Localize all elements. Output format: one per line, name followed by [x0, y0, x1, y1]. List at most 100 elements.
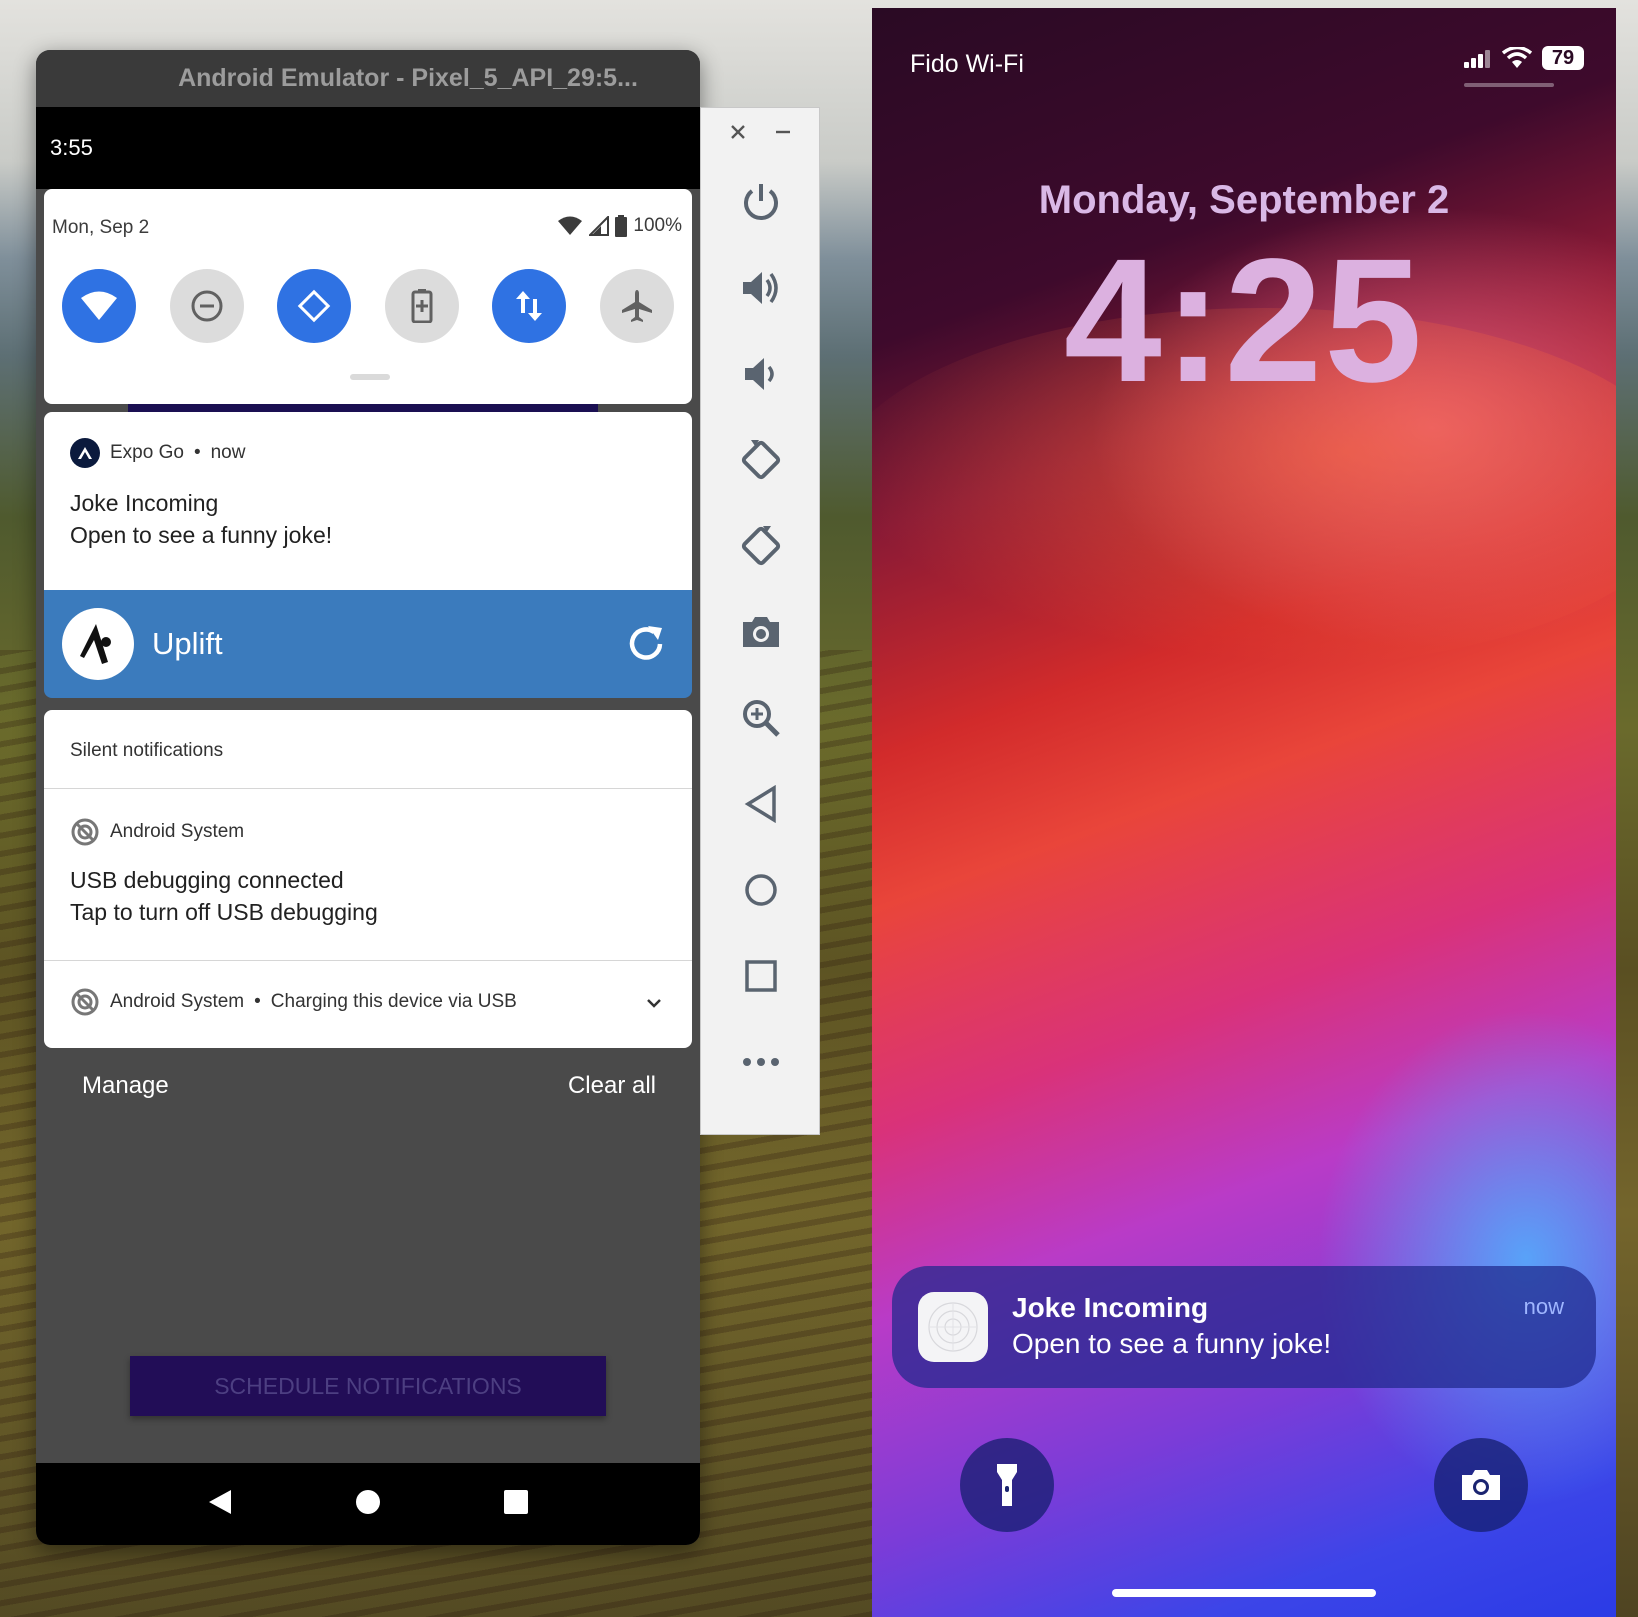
volume-down-button[interactable]	[731, 344, 791, 404]
back-triangle-icon	[209, 1489, 231, 1514]
separator-dot: •	[193, 442, 201, 463]
android-status-bar: 3:55	[36, 107, 700, 189]
android-system-icon	[71, 988, 99, 1016]
charging-text: Charging this device via USB	[270, 991, 517, 1012]
notification-app-name: Android System	[110, 991, 245, 1012]
close-button[interactable]	[728, 122, 748, 147]
notification-time: now	[210, 442, 246, 463]
wifi-icon	[1502, 47, 1532, 68]
volume-up-button[interactable]	[731, 258, 791, 318]
notification-app-name: Expo Go	[110, 442, 184, 463]
ios-notification-body: Open to see a funny joke!	[1012, 1328, 1332, 1359]
power-button[interactable]	[731, 172, 791, 232]
qs-tiles	[62, 269, 674, 343]
wifi-signal-icon	[558, 216, 583, 235]
camera-icon	[1462, 1470, 1500, 1500]
silent-header: Silent notifications	[70, 740, 224, 761]
flashlight-icon	[997, 1464, 1017, 1506]
reload-button[interactable]	[624, 622, 668, 671]
do-not-disturb-icon	[191, 290, 223, 322]
nav-back-button[interactable]	[207, 1488, 233, 1521]
screenshot-button[interactable]	[731, 602, 791, 662]
overview-button[interactable]	[731, 946, 791, 1006]
back-button[interactable]	[731, 774, 791, 834]
usb-notification-title: USB debugging connected	[70, 867, 344, 893]
back-icon	[744, 785, 776, 823]
android-emulator-window: Android Emulator - Pixel_5_API_29:5... 3…	[36, 50, 700, 1545]
overview-icon	[745, 960, 777, 992]
uplift-logo	[62, 608, 134, 680]
battery-saver-tile[interactable]	[384, 269, 459, 343]
rotate-left-icon	[741, 440, 781, 480]
airplane-mode-tile[interactable]	[599, 269, 674, 343]
ios-status-icons: 79	[1464, 46, 1584, 70]
overview-square-icon	[504, 1489, 528, 1514]
auto-rotate-tile[interactable]	[277, 269, 352, 343]
qs-status-icons: 100%	[557, 215, 682, 237]
nav-home-button[interactable]	[355, 1489, 381, 1520]
cell-signal-icon	[1464, 50, 1490, 68]
charging-notification[interactable]: Android System • Charging this device vi…	[44, 961, 692, 1047]
expo-notification[interactable]: Expo Go • now Joke Incoming Open to see …	[44, 412, 692, 590]
android-system-icon	[71, 818, 99, 846]
rotate-left-button[interactable]	[731, 430, 791, 490]
battery-icon	[615, 215, 628, 237]
notification-app-name: Android System	[110, 821, 245, 842]
home-circle-icon	[356, 1489, 380, 1514]
mobile-data-tile[interactable]	[492, 269, 567, 343]
emulator-title-bar[interactable]: Android Emulator - Pixel_5_API_29:5...	[36, 50, 700, 107]
emulator-toolbar	[700, 107, 820, 1135]
cell-signal-icon	[589, 216, 610, 236]
airplane-mode-icon	[621, 290, 652, 322]
auto-rotate-icon	[297, 289, 331, 323]
window-title: Android Emulator - Pixel_5_API_29:5...	[178, 64, 638, 92]
clear-all-button[interactable]: Clear all	[568, 1072, 656, 1100]
qs-date: Mon, Sep 2	[52, 217, 150, 238]
silent-notifications-group: Silent notifications Android System USB …	[44, 710, 692, 1048]
android-nav-bar	[36, 1463, 700, 1545]
reload-icon	[629, 626, 663, 660]
power-icon	[744, 184, 778, 220]
home-indicator[interactable]	[1112, 1589, 1376, 1597]
status-underline	[1464, 83, 1554, 87]
notification-header: Android System • Charging this device vi…	[70, 987, 517, 1017]
wifi-tile[interactable]	[62, 269, 136, 343]
ios-notification-time: now	[1523, 1294, 1564, 1319]
expand-button[interactable]	[646, 995, 662, 1013]
screenshot-icon	[743, 617, 779, 647]
notification-title: Joke Incoming	[70, 490, 219, 516]
notification-header: Android System	[70, 817, 244, 847]
volume-down-icon	[745, 358, 774, 390]
nav-overview-button[interactable]	[503, 1489, 529, 1520]
lock-time: 4:25	[1063, 223, 1425, 419]
notification-header: Expo Go • now	[70, 438, 245, 468]
schedule-notifications-button[interactable]: SCHEDULE NOTIFICATIONS	[130, 1356, 606, 1416]
ios-notification[interactable]: Joke Incoming Open to see a funny joke! …	[892, 1266, 1596, 1388]
chevron-down-icon	[647, 999, 661, 1008]
uplift-app-bar: Uplift	[44, 590, 692, 698]
camera-button[interactable]	[1434, 1438, 1528, 1532]
volume-up-icon	[743, 272, 778, 304]
usb-debugging-notification[interactable]: Android System USB debugging connected T…	[44, 789, 692, 959]
zoom-icon	[743, 700, 780, 737]
carrier-name: Fido Wi-Fi	[910, 50, 1024, 78]
qs-battery-percent: 100%	[633, 215, 682, 236]
wifi-icon	[81, 291, 117, 320]
toolbar-window-controls	[701, 122, 819, 147]
uplift-app-name: Uplift	[152, 626, 223, 661]
rotate-right-button[interactable]	[731, 516, 791, 576]
app-background-strip	[128, 404, 598, 412]
more-button[interactable]	[731, 1032, 791, 1092]
minimize-button[interactable]	[773, 122, 793, 147]
flashlight-button[interactable]	[960, 1438, 1054, 1532]
lock-date: Monday, September 2	[1038, 178, 1450, 222]
qs-drag-handle[interactable]	[350, 374, 390, 380]
home-icon	[745, 874, 777, 906]
separator-dot: •	[254, 991, 261, 1012]
home-button[interactable]	[731, 860, 791, 920]
zoom-button[interactable]	[731, 688, 791, 748]
ios-notification-title: Joke Incoming	[1012, 1292, 1209, 1323]
manage-button[interactable]: Manage	[82, 1072, 169, 1100]
expo-app-icon	[70, 438, 100, 468]
dnd-tile[interactable]	[169, 269, 244, 343]
